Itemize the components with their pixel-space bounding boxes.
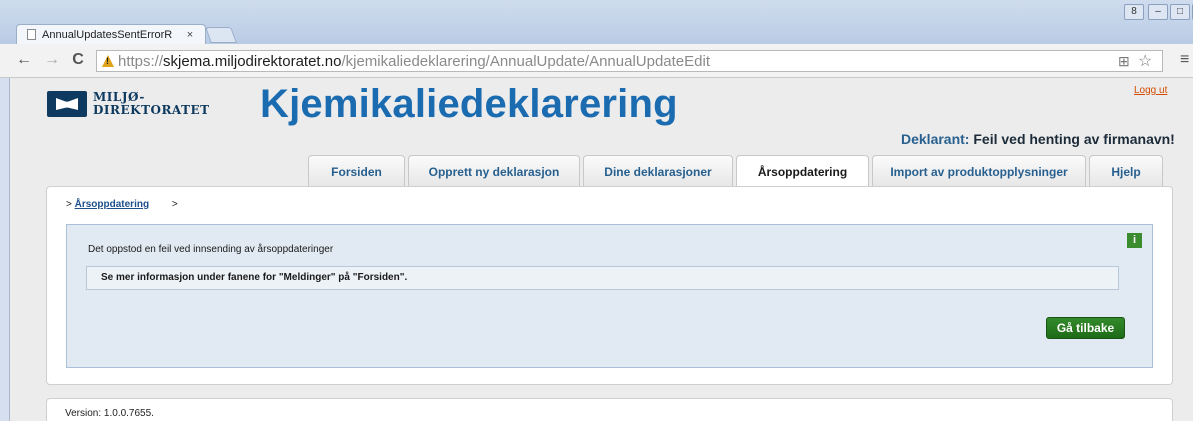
- deklarant-value: Feil ved henting av firmanavn!: [973, 131, 1175, 147]
- tab-title: AnnualUpdatesSentErrorR: [42, 28, 173, 41]
- browser-titlebar: AnnualUpdatesSentErrorR × 8 – □ x: [0, 0, 1193, 44]
- app-title: Kjemikaliedeklarering: [260, 82, 678, 126]
- breadcrumb-separator: >: [66, 199, 72, 210]
- logo-text: MILJØ- DIREKTORATET: [93, 91, 210, 117]
- tab-arsoppdatering[interactable]: Årsoppdatering: [736, 155, 869, 188]
- tab-hjelp[interactable]: Hjelp: [1089, 155, 1163, 187]
- user-profile-control[interactable]: 8: [1124, 4, 1144, 20]
- deklarant-label: Deklarant:: [901, 131, 970, 147]
- window-frame: [0, 78, 10, 421]
- miljodirektoratet-logo[interactable]: MILJØ- DIREKTORATET: [47, 91, 210, 117]
- tab-forsiden[interactable]: Forsiden: [308, 155, 405, 187]
- logo-line-2: DIREKTORATET: [93, 103, 210, 117]
- window-controls: – □ x: [1148, 4, 1193, 20]
- breadcrumb-link-arsoppdatering[interactable]: Årsoppdatering: [75, 199, 149, 210]
- go-back-button[interactable]: Gå tilbake: [1046, 317, 1125, 339]
- back-arrow-icon[interactable]: ←: [14, 51, 34, 69]
- deklarant-info: Deklarant: Feil ved henting av firmanavn…: [901, 131, 1175, 147]
- breadcrumb-separator: >: [171, 199, 178, 210]
- bookmark-star-icon[interactable]: ☆: [1138, 51, 1152, 71]
- warning-lock-icon[interactable]: [102, 55, 114, 67]
- error-message-box: i Det oppstod en feil ved innsending av …: [66, 224, 1153, 368]
- reload-icon[interactable]: C: [68, 51, 88, 69]
- info-icon[interactable]: i: [1127, 233, 1142, 248]
- user-icon[interactable]: 8: [1124, 4, 1144, 20]
- logo-mark-icon: [47, 91, 87, 117]
- forward-arrow-icon[interactable]: →: [42, 51, 62, 69]
- url-domain: skjema.miljodirektoratet.no: [163, 52, 342, 70]
- close-tab-icon[interactable]: ×: [183, 29, 197, 41]
- new-tab-button[interactable]: [205, 27, 237, 43]
- document-icon: [27, 29, 36, 40]
- url-text[interactable]: https://skjema.miljodirektoratet.no/kjem…: [118, 53, 710, 70]
- tab-opprett-ny-deklarasjon[interactable]: Opprett ny deklarasjon: [408, 155, 580, 187]
- browser-tab[interactable]: AnnualUpdatesSentErrorR ×: [16, 24, 206, 44]
- minimize-icon[interactable]: –: [1148, 4, 1168, 20]
- browser-toolbar: ← → C https://skjema.miljodirektoratet.n…: [0, 44, 1193, 78]
- content-panel: > Årsoppdatering > i Det oppstod en feil…: [46, 186, 1173, 385]
- tab-dine-deklarasjoner[interactable]: Dine deklarasjoner: [583, 155, 733, 187]
- translate-icon[interactable]: ⊞: [1118, 53, 1130, 70]
- error-title: Det oppstod en feil ved innsending av år…: [88, 244, 334, 255]
- footer: Version: 1.0.0.7655.: [46, 398, 1173, 421]
- url-path: /kjemikaliedeklarering/AnnualUpdate/Annu…: [341, 52, 710, 70]
- logout-link[interactable]: Logg ut: [1134, 85, 1167, 96]
- maximize-icon[interactable]: □: [1170, 4, 1190, 20]
- url-scheme: https://: [118, 52, 164, 70]
- address-bar[interactable]: https://skjema.miljodirektoratet.no/kjem…: [96, 50, 1163, 72]
- error-detail: Se mer informasjon under fanene for "Mel…: [86, 266, 1119, 290]
- tab-import-av-produktopplysninger[interactable]: Import av produktopplysninger: [872, 155, 1086, 187]
- menu-icon[interactable]: ≡: [1180, 51, 1189, 69]
- page: MILJØ- DIREKTORATET Kjemikaliedeklarerin…: [10, 78, 1193, 421]
- breadcrumb: > Årsoppdatering >: [66, 199, 178, 210]
- version-text: Version: 1.0.0.7655.: [65, 408, 154, 419]
